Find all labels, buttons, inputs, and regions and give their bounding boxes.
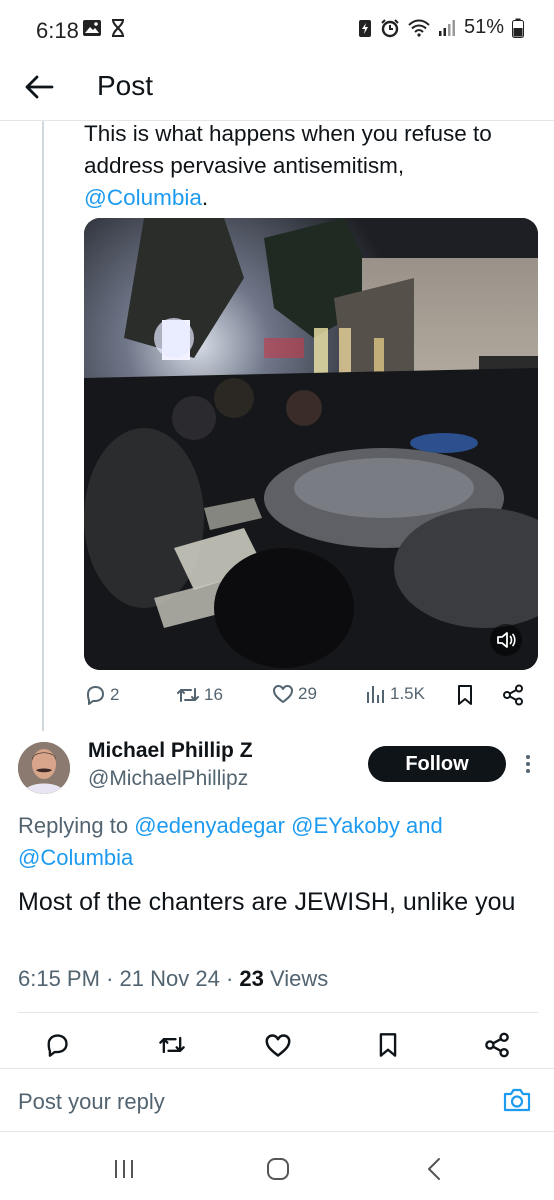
recent-apps-icon[interactable] xyxy=(112,1158,136,1180)
mention-link[interactable]: @Columbia xyxy=(18,845,133,870)
reply-tweet-actions xyxy=(0,1030,554,1062)
status-left-icons xyxy=(82,19,126,37)
hourglass-icon xyxy=(112,19,124,37)
share-action[interactable] xyxy=(502,684,524,706)
views-label: Views xyxy=(270,966,329,991)
status-right: 51% xyxy=(358,16,524,39)
views-count: 1.5K xyxy=(390,684,425,703)
parent-tweet-end: . xyxy=(201,185,209,210)
tweet-video[interactable] xyxy=(84,218,538,670)
reply-icon xyxy=(87,686,104,705)
tweet-time: 6:15 PM xyxy=(18,966,100,991)
volume-icon xyxy=(497,632,516,648)
alarm-icon xyxy=(381,18,399,37)
views-action[interactable]: 1.5K xyxy=(366,684,425,704)
bookmark-icon xyxy=(458,685,472,705)
meta-separator: · xyxy=(106,966,114,991)
like-action[interactable]: 29 xyxy=(272,684,317,704)
heart-icon[interactable] xyxy=(264,1033,292,1058)
status-bar: 6:18 51% xyxy=(0,0,554,56)
reply-action[interactable]: 2 xyxy=(84,684,119,706)
parent-tweet-body: This is what happens when you refuse to … xyxy=(84,121,492,178)
wifi-icon xyxy=(408,19,430,37)
views-icon xyxy=(367,686,384,703)
page-title: Post xyxy=(97,70,154,101)
divider xyxy=(18,1012,538,1013)
mention-link[interactable]: @Columbia xyxy=(84,185,202,210)
reply-author-handle[interactable]: @MichaelPhillipz xyxy=(88,767,248,791)
status-time: 6:18 xyxy=(36,18,79,43)
repost-icon xyxy=(177,688,199,702)
camera-icon[interactable] xyxy=(502,1087,532,1113)
image-icon xyxy=(83,20,101,36)
repost-action[interactable]: 16 xyxy=(176,684,223,706)
reply-input[interactable] xyxy=(18,1089,458,1115)
like-count: 29 xyxy=(298,684,317,703)
back-arrow-icon[interactable] xyxy=(22,70,56,104)
avatar-image xyxy=(18,742,70,794)
reply-icon[interactable] xyxy=(44,1032,70,1058)
parent-tweet-actions: 2 16 29 1.5K xyxy=(84,684,544,714)
bookmark-icon[interactable] xyxy=(377,1032,399,1058)
reply-tweet-text: Most of the chanters are JEWISH, unlike … xyxy=(18,888,516,916)
bookmark-action[interactable] xyxy=(456,684,474,706)
top-header: Post xyxy=(0,56,554,121)
replying-prefix: Replying to xyxy=(18,813,129,838)
replying-and[interactable]: and xyxy=(406,813,443,838)
battery-icon xyxy=(512,18,524,38)
nav-back-icon[interactable] xyxy=(424,1157,444,1181)
system-nav-bar xyxy=(0,1138,554,1200)
share-icon[interactable] xyxy=(484,1032,510,1058)
mute-button[interactable] xyxy=(490,624,522,656)
repost-count: 16 xyxy=(204,685,223,704)
reply-composer xyxy=(0,1068,554,1132)
meta-separator: · xyxy=(225,966,234,991)
battery-saver-icon xyxy=(358,19,371,37)
follow-button[interactable]: Follow xyxy=(368,746,506,782)
views-number: 23 xyxy=(239,966,264,991)
battery-percent: 51% xyxy=(463,16,504,38)
thread-connector xyxy=(42,121,44,731)
more-options-icon[interactable] xyxy=(518,752,538,776)
mention-link[interactable]: @EYakoby xyxy=(291,813,400,838)
video-frame xyxy=(84,218,538,670)
tweet-meta: 6:15 PM · 21 Nov 24 · 23 Views xyxy=(18,966,328,992)
heart-icon xyxy=(273,685,293,703)
replying-to: Replying to @edenyadegar @EYakoby and @C… xyxy=(18,810,538,874)
avatar[interactable] xyxy=(18,742,70,794)
mention-link[interactable]: @edenyadegar xyxy=(134,813,285,838)
home-icon[interactable] xyxy=(266,1157,290,1181)
tweet-date: 21 Nov 24 xyxy=(119,966,220,991)
share-icon xyxy=(503,684,523,706)
reply-author-name[interactable]: Michael Phillip Z xyxy=(88,739,253,763)
signal-icon xyxy=(438,19,455,36)
parent-tweet-text: This is what happens when you refuse to … xyxy=(84,118,544,214)
repost-icon[interactable] xyxy=(158,1032,186,1058)
reply-count: 2 xyxy=(110,685,120,704)
